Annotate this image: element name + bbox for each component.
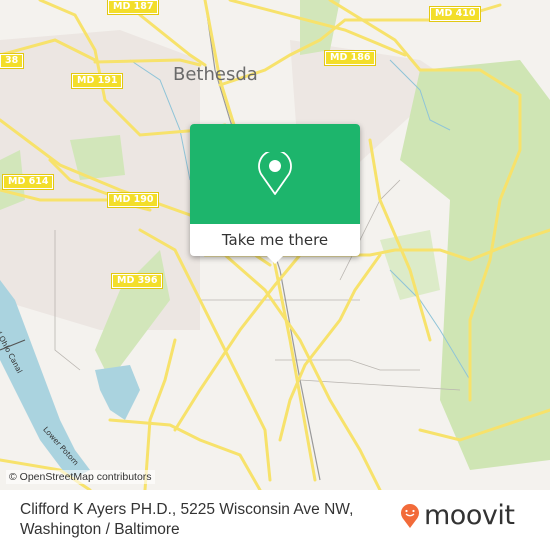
- moovit-logo[interactable]: moovit: [400, 500, 515, 531]
- popup-pointer: [267, 256, 283, 264]
- road-shield-md396: MD 396: [110, 273, 164, 289]
- road-shield-md186: MD 186: [323, 50, 377, 66]
- address-line-2: Washington / Baltimore: [20, 521, 180, 538]
- road-shield-md410: MD 410: [428, 6, 482, 22]
- map-attribution[interactable]: © OpenStreetMap contributors: [6, 470, 155, 484]
- take-me-there-button[interactable]: Take me there: [190, 224, 360, 256]
- map-pin-icon: [258, 152, 292, 195]
- place-label-bethesda: Bethesda: [173, 64, 258, 85]
- directions-popup[interactable]: Take me there: [190, 124, 360, 264]
- road-shield-md191: MD 191: [70, 73, 124, 89]
- road-shield-md187: MD 187: [106, 0, 160, 15]
- road-shield-38: 38: [0, 53, 25, 69]
- moovit-wordmark: moovit: [424, 500, 515, 531]
- moovit-pin-icon: [401, 503, 419, 528]
- road-shield-md614: MD 614: [1, 174, 55, 190]
- address-line-1: Clifford K Ayers PH.D., 5225 Wisconsin A…: [20, 501, 354, 518]
- address: Clifford K Ayers PH.D., 5225 Wisconsin A…: [20, 500, 353, 540]
- popup-header: [190, 124, 360, 224]
- road-shield-md190: MD 190: [106, 192, 160, 208]
- map[interactable]: Bethesda MD 187 MD 410 38 MD 191 MD 186 …: [0, 0, 550, 490]
